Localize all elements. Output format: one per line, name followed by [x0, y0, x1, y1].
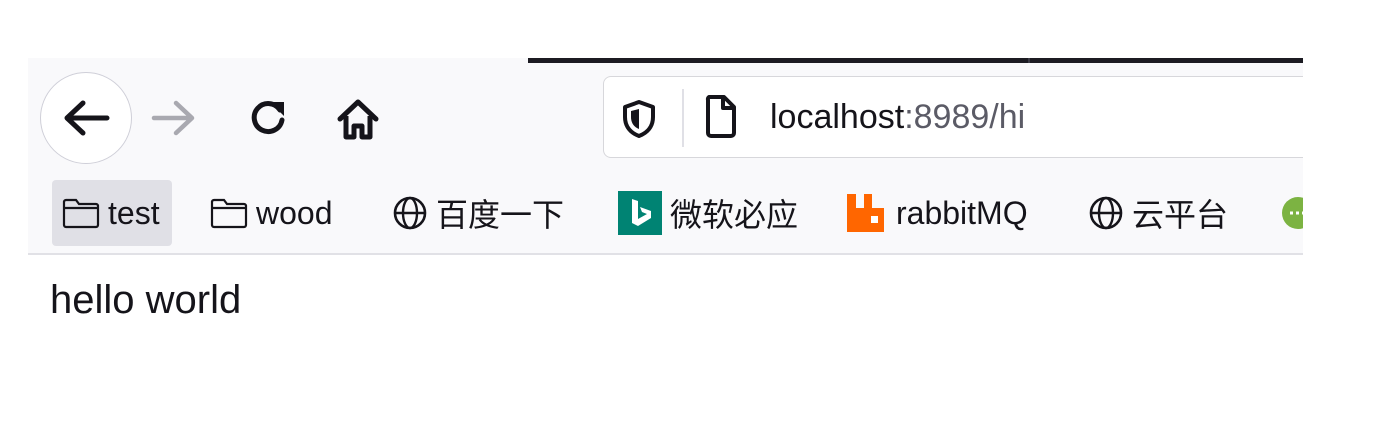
reload-button[interactable]: [238, 88, 298, 148]
home-icon: [337, 99, 379, 140]
bookmark-partial[interactable]: [1280, 180, 1303, 246]
url-path: :8989/hi: [904, 98, 1026, 136]
bookmark-label: wood: [256, 194, 333, 231]
urlbar-separator: [682, 89, 684, 147]
url-host: localhost: [770, 98, 905, 136]
bookmark-rabbitmq[interactable]: rabbitMQ: [844, 180, 1028, 246]
forward-button[interactable]: [144, 88, 204, 148]
back-button[interactable]: [40, 72, 132, 164]
page-icon[interactable]: [704, 93, 738, 139]
bookmark-test[interactable]: test: [52, 180, 172, 246]
reload-icon: [251, 101, 285, 135]
bookmark-baidu[interactable]: 百度一下: [392, 180, 564, 246]
toolbar-divider: [28, 253, 1303, 255]
bookmark-label: 云平台: [1132, 197, 1229, 233]
rabbitmq-icon: [844, 191, 888, 235]
bookmark-label: rabbitMQ: [896, 194, 1028, 231]
bookmark-label: test: [108, 194, 160, 231]
globe-icon: [392, 195, 428, 231]
forward-arrow-icon: [151, 100, 195, 136]
bookmark-label: 百度一下: [436, 197, 565, 233]
bing-icon: [618, 191, 662, 235]
home-button[interactable]: [326, 88, 390, 152]
browser-window: localhost:8989/hi test wood 百度一下 微软必应 ra…: [28, 58, 1303, 254]
back-arrow-icon: [64, 100, 110, 136]
shield-icon[interactable]: [622, 99, 656, 139]
tab-separator: [1028, 58, 1030, 63]
globe-icon: [1088, 195, 1124, 231]
folder-icon: [62, 197, 100, 229]
folder-icon: [210, 197, 248, 229]
bookmark-bing[interactable]: 微软必应: [618, 180, 798, 246]
bookmark-wood[interactable]: wood: [210, 180, 333, 246]
url-text[interactable]: localhost:8989/hi: [770, 97, 1025, 137]
tab-strip[interactable]: [528, 58, 1303, 63]
bookmark-cloud-platform[interactable]: 云平台: [1088, 180, 1228, 246]
partial-green-icon: [1280, 195, 1303, 231]
bookmarks-toolbar: test wood 百度一下 微软必应 rabbitMQ 云平台: [28, 176, 1303, 248]
address-bar[interactable]: localhost:8989/hi: [603, 76, 1303, 158]
page-body-text: hello world: [50, 278, 242, 322]
bookmark-label: 微软必应: [670, 197, 799, 233]
